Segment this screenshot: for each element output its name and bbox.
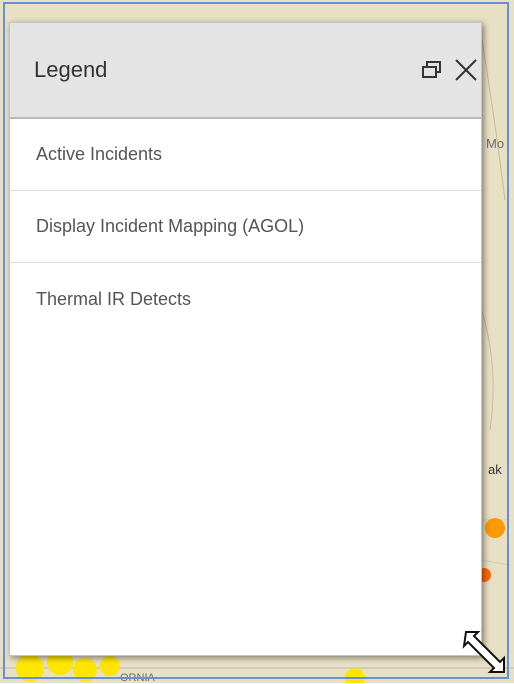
incident-marker[interactable] xyxy=(100,656,120,676)
legend-header[interactable]: Legend xyxy=(10,23,481,119)
restore-button[interactable] xyxy=(417,53,447,87)
legend-item-incident-mapping[interactable]: Display Incident Mapping (AGOL) xyxy=(10,191,481,263)
map-place-label: ak xyxy=(488,462,502,477)
restore-window-icon xyxy=(422,61,441,78)
legend-title: Legend xyxy=(34,57,108,82)
resize-handle[interactable] xyxy=(438,628,510,678)
header-buttons xyxy=(417,53,481,87)
map-place-label: Mo xyxy=(486,136,505,151)
incident-marker[interactable] xyxy=(485,518,505,538)
legend-item-active-incidents[interactable]: Active Incidents xyxy=(10,119,481,191)
legend-item-thermal-ir[interactable]: Thermal IR Detects xyxy=(10,263,481,335)
close-button[interactable] xyxy=(451,53,481,87)
map-place-label: ORNIA xyxy=(120,672,155,684)
incident-marker[interactable] xyxy=(73,658,97,682)
close-icon xyxy=(455,59,477,81)
legend-panel: Legend Active Incidents Display Incident… xyxy=(9,22,482,656)
resize-diagonal-icon xyxy=(462,631,505,673)
incident-marker[interactable] xyxy=(16,654,44,682)
